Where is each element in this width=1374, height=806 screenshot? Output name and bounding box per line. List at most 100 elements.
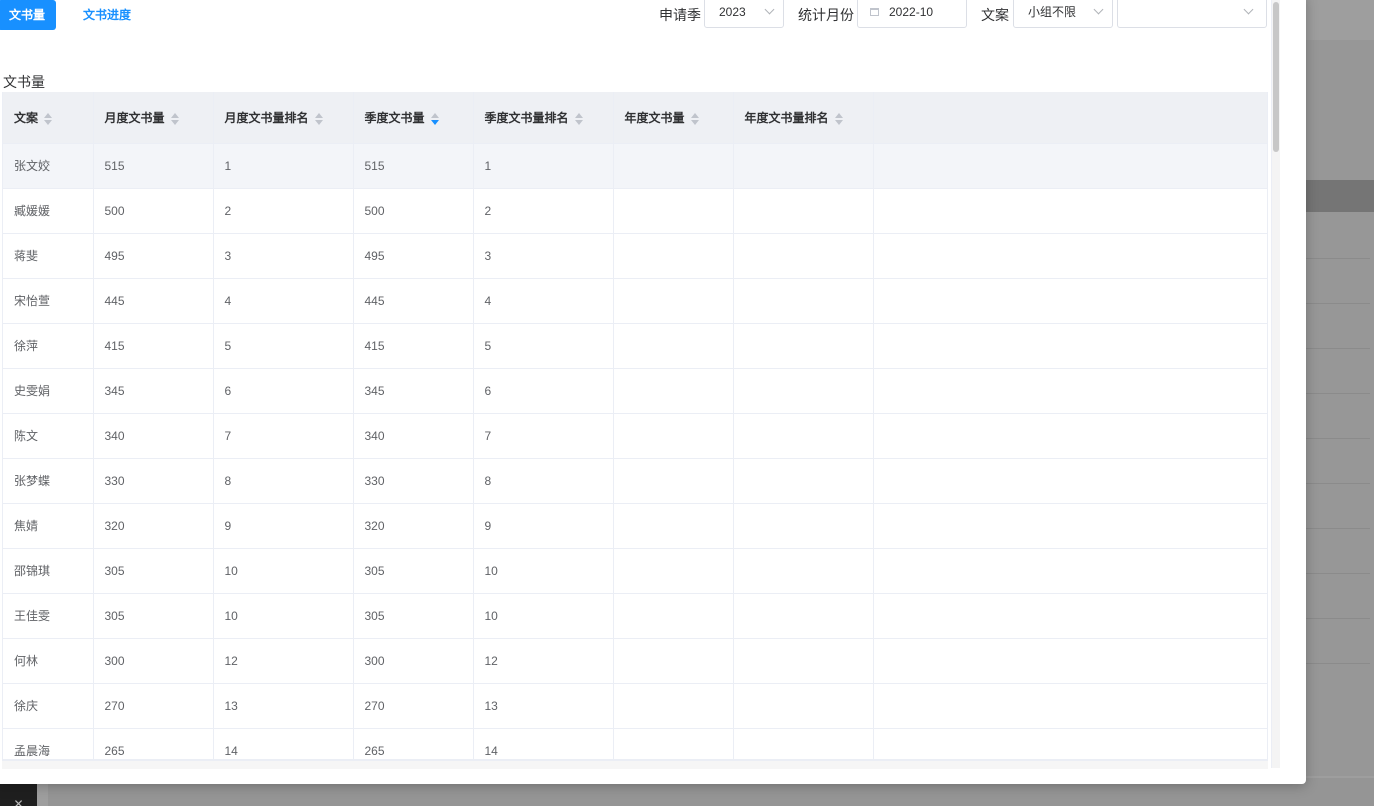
table-cell: [613, 683, 734, 729]
column-header[interactable]: 年度文书量: [613, 92, 734, 144]
table-row[interactable]: 史雯娟 345 6 345 6: [3, 368, 1267, 414]
table-cell: 12: [473, 638, 614, 684]
table-cell: 10: [473, 548, 614, 594]
table-cell: [873, 458, 1267, 504]
table-row[interactable]: 邵锦琪 305 10 305 10: [3, 548, 1267, 594]
table-cell: [733, 323, 874, 369]
table-cell: [873, 683, 1267, 729]
table-cell: [613, 638, 734, 684]
table-cell: 10: [213, 548, 354, 594]
table-cell: [873, 143, 1267, 189]
table-cell: [873, 548, 1267, 594]
table-cell: 305: [353, 593, 474, 639]
column-header[interactable]: 年度文书量排名: [733, 92, 874, 144]
column-header-label: 月度文书量: [104, 110, 165, 125]
table-cell: [733, 503, 874, 549]
table-cell: 张文姣: [3, 143, 94, 189]
table-cell: [733, 458, 874, 504]
tab-document-progress[interactable]: 文书进度: [72, 0, 142, 30]
table-cell: 14: [473, 728, 614, 759]
sort-caret-icon[interactable]: [44, 112, 53, 125]
column-header[interactable]: 月度文书量: [93, 92, 214, 144]
table-cell: 495: [93, 233, 214, 279]
season-select[interactable]: 2023: [704, 0, 784, 28]
table-row[interactable]: 张梦蝶 330 8 330 8: [3, 458, 1267, 504]
toolbar: 文书量 文书进度 申请季 2023 统计月份 2022-10 文案 小组不限: [0, 0, 1272, 36]
sort-caret-icon[interactable]: [690, 112, 699, 125]
table-cell: [733, 368, 874, 414]
table-cell: [613, 278, 734, 324]
table-cell: 10: [213, 593, 354, 639]
table-cell: 495: [353, 233, 474, 279]
table-cell: 1: [213, 143, 354, 189]
horizontal-scrollbar[interactable]: [2, 760, 1268, 769]
table-cell: [613, 503, 734, 549]
column-header-label: 月度文书量排名: [224, 110, 309, 125]
table-row[interactable]: 王佳雯 305 10 305 10: [3, 593, 1267, 639]
sort-caret-icon[interactable]: [314, 112, 323, 125]
table-cell: [733, 638, 874, 684]
table-cell: 415: [353, 323, 474, 369]
close-icon[interactable]: ✕: [0, 784, 37, 806]
table-cell: 500: [353, 188, 474, 234]
table-cell: 陈文: [3, 413, 94, 459]
column-header[interactable]: 季度文书量排名: [473, 92, 614, 144]
table-row[interactable]: 何林 300 12 300 12: [3, 638, 1267, 684]
table-row[interactable]: 宋怡萱 445 4 445 4: [3, 278, 1267, 324]
writer-label: 文案: [981, 7, 1009, 23]
table-cell: 330: [93, 458, 214, 504]
vertical-scrollbar[interactable]: [1271, 0, 1280, 768]
table-row[interactable]: 张文姣 515 1 515 1: [3, 143, 1267, 189]
writer-group-value: 小组不限: [1028, 5, 1077, 19]
table-row[interactable]: 焦婧 320 9 320 9: [3, 503, 1267, 549]
table-cell: 蒋斐: [3, 233, 94, 279]
column-header[interactable]: 月度文书量排名: [213, 92, 354, 144]
table-cell: 320: [93, 503, 214, 549]
column-header[interactable]: 文案: [3, 92, 94, 144]
table-cell: [873, 413, 1267, 459]
sort-caret-icon[interactable]: [170, 112, 179, 125]
table-row[interactable]: 陈文 340 7 340 7: [3, 413, 1267, 459]
sort-caret-icon[interactable]: [574, 112, 583, 125]
month-label: 统计月份: [798, 7, 854, 23]
tab-document-volume[interactable]: 文书量: [0, 0, 57, 30]
table-cell: 445: [353, 278, 474, 324]
table-cell: [613, 323, 734, 369]
table-row[interactable]: 徐萍 415 5 415 5: [3, 323, 1267, 369]
scrollbar-thumb[interactable]: [1273, 2, 1279, 152]
table-cell: 4: [213, 278, 354, 324]
table-cell: 王佳雯: [3, 593, 94, 639]
table-cell: [613, 458, 734, 504]
table-row[interactable]: 蒋斐 495 3 495 3: [3, 233, 1267, 279]
table-cell: [733, 143, 874, 189]
table-header-row: 文案 月度文书量 月度文书量排名 季度文书量 季度文书量排名 年度文书量 年度文…: [3, 92, 1267, 144]
table-cell: 13: [473, 683, 614, 729]
report-dialog: 文书量 文书进度 申请季 2023 统计月份 2022-10 文案 小组不限 文…: [0, 0, 1306, 784]
table-row[interactable]: 徐庆 270 13 270 13: [3, 683, 1267, 729]
column-header-filler: [873, 92, 1267, 144]
writer-select[interactable]: [1117, 0, 1267, 28]
table-row[interactable]: 臧媛媛 500 2 500 2: [3, 188, 1267, 234]
sort-caret-icon[interactable]: [430, 112, 439, 125]
table-cell: 320: [353, 503, 474, 549]
column-header-label: 年度文书量: [624, 110, 685, 125]
column-header-label: 季度文书量排名: [484, 110, 569, 125]
table-cell: 13: [213, 683, 354, 729]
season-label: 申请季: [659, 7, 701, 23]
sort-caret-icon[interactable]: [834, 112, 843, 125]
table-cell: [613, 728, 734, 759]
month-picker[interactable]: 2022-10: [857, 0, 967, 28]
table-cell: 9: [213, 503, 354, 549]
table-cell: 何林: [3, 638, 94, 684]
table-cell: [613, 233, 734, 279]
column-header-label: 文案: [14, 110, 39, 125]
writer-group-select[interactable]: 小组不限: [1013, 0, 1113, 28]
table-cell: 515: [353, 143, 474, 189]
column-header[interactable]: 季度文书量: [353, 92, 474, 144]
table-row[interactable]: 孟晨海 265 14 265 14: [3, 728, 1267, 759]
table-cell: [733, 188, 874, 234]
table-cell: 305: [353, 548, 474, 594]
table-cell: 265: [353, 728, 474, 759]
table-cell: 515: [93, 143, 214, 189]
table-cell: 徐萍: [3, 323, 94, 369]
